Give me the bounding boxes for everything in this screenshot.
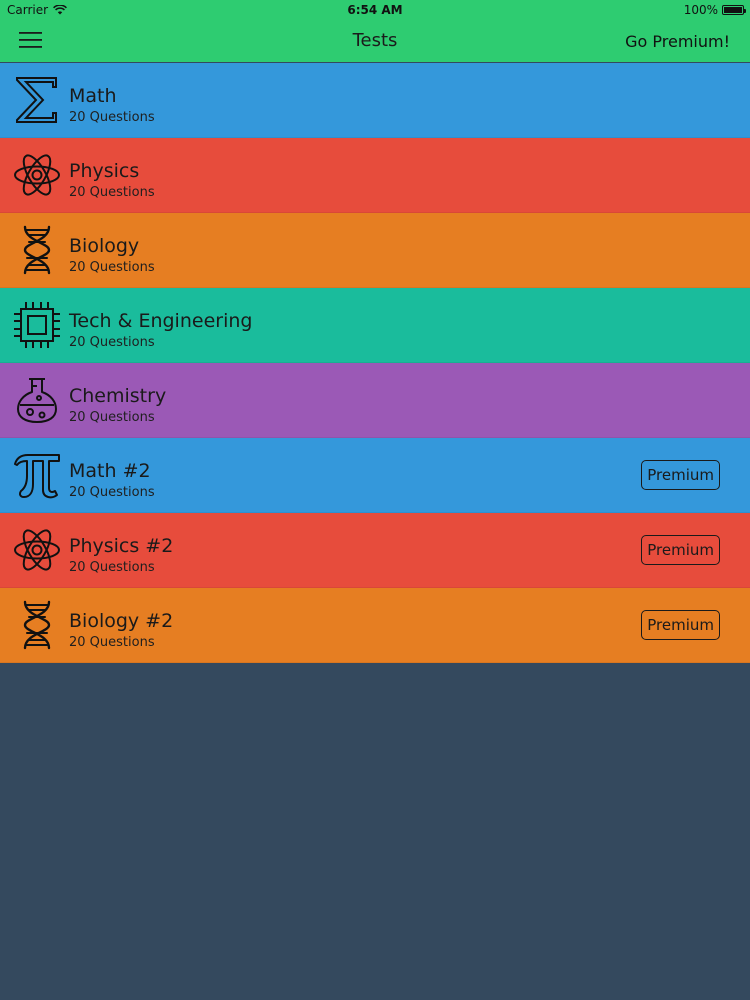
- test-row[interactable]: Math #2 20 Questions Premium: [0, 438, 750, 513]
- test-title: Physics #2: [69, 535, 174, 557]
- atom-icon: [12, 525, 62, 575]
- battery-percent: 100%: [683, 3, 718, 17]
- test-list: Math 20 Questions Physics 20 Questions Bio…: [0, 63, 750, 663]
- test-question-count: 20 Questions: [69, 335, 155, 350]
- test-title: Biology #2: [69, 610, 174, 632]
- battery-icon: [722, 5, 746, 15]
- status-bar: Carrier 6:54 AM 100%: [0, 0, 750, 20]
- test-question-count: 20 Questions: [69, 260, 155, 275]
- atom-icon: [12, 150, 62, 200]
- test-title: Biology: [69, 235, 140, 257]
- pi-icon: [12, 450, 62, 500]
- test-question-count: 20 Questions: [69, 485, 155, 500]
- test-row[interactable]: Tech & Engineering 20 Questions: [0, 288, 750, 363]
- test-row[interactable]: Biology #2 20 Questions Premium: [0, 588, 750, 663]
- sigma-icon: [12, 75, 62, 125]
- test-row[interactable]: Physics 20 Questions: [0, 138, 750, 213]
- test-row[interactable]: Physics #2 20 Questions Premium: [0, 513, 750, 588]
- premium-badge[interactable]: Premium: [641, 535, 720, 565]
- test-row[interactable]: Chemistry 20 Questions: [0, 363, 750, 438]
- status-time: 6:54 AM: [347, 3, 403, 17]
- test-title: Math: [69, 85, 117, 107]
- premium-badge[interactable]: Premium: [641, 460, 720, 490]
- menu-button[interactable]: [18, 28, 44, 52]
- test-title: Math #2: [69, 460, 151, 482]
- test-title: Physics: [69, 160, 140, 182]
- navigation-bar: Tests Go Premium!: [0, 20, 750, 62]
- test-question-count: 20 Questions: [69, 110, 155, 125]
- battery-group: 100%: [683, 3, 746, 17]
- hamburger-menu-icon: [19, 32, 42, 48]
- dna-icon: [12, 225, 62, 275]
- test-row[interactable]: Math 20 Questions: [0, 63, 750, 138]
- premium-badge[interactable]: Premium: [641, 610, 720, 640]
- test-question-count: 20 Questions: [69, 410, 155, 425]
- test-title: Tech & Engineering: [69, 310, 253, 332]
- top-bar: Carrier 6:54 AM 100% Tests Go Premium!: [0, 0, 750, 62]
- go-premium-button[interactable]: Go Premium!: [625, 32, 730, 51]
- dna-icon: [12, 600, 62, 650]
- test-question-count: 20 Questions: [69, 635, 155, 650]
- test-row[interactable]: Biology 20 Questions: [0, 213, 750, 288]
- test-question-count: 20 Questions: [69, 185, 155, 200]
- chip-icon: [12, 300, 62, 350]
- flask-icon: [12, 375, 62, 425]
- test-question-count: 20 Questions: [69, 560, 155, 575]
- test-title: Chemistry: [69, 385, 167, 407]
